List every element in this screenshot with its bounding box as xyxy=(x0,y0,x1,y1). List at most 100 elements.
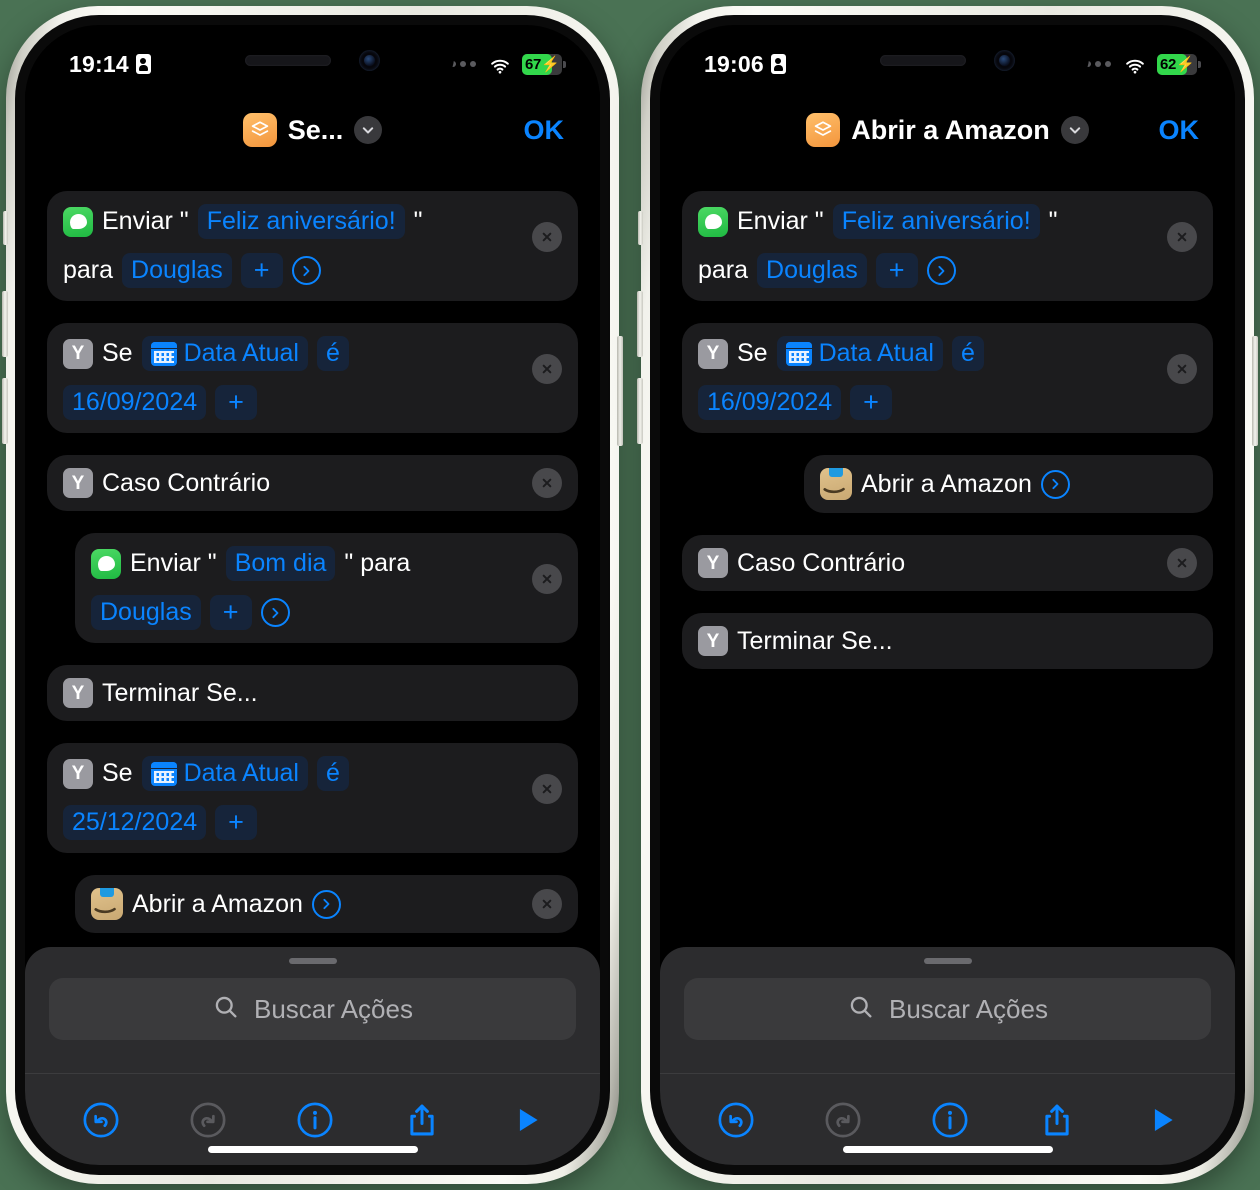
action-token[interactable]: Bom dia xyxy=(225,546,336,581)
chevron-down-icon[interactable] xyxy=(1060,116,1089,144)
if-branch-icon: Y xyxy=(698,548,728,578)
page-title: Abrir a Amazon xyxy=(851,114,1050,145)
phone-screen-left: 19:14 67 ⚡ Se... OK Enviar " Feliz aniversário… xyxy=(25,25,600,1165)
action-token[interactable]: Douglas xyxy=(757,253,867,288)
run-button[interactable] xyxy=(510,1103,544,1137)
action-card-if-current-date-16-09[interactable]: Y Se Data Atual é 16/09/2024 + xyxy=(682,323,1213,433)
done-button[interactable]: OK xyxy=(524,115,565,146)
add-token-button[interactable]: + xyxy=(209,595,252,630)
silence-switch[interactable] xyxy=(638,211,643,245)
action-card-send-message-goodmorning[interactable]: Enviar " Bom dia " para Douglas + xyxy=(75,533,578,643)
volume-up-button[interactable] xyxy=(637,291,643,357)
home-indicator[interactable] xyxy=(207,1146,418,1153)
remove-action-button[interactable] xyxy=(532,889,562,919)
action-card-send-message-birthday[interactable]: Enviar " Feliz aniversário! " para Douglas + xyxy=(682,191,1213,301)
chevron-down-icon[interactable] xyxy=(354,116,383,144)
if-branch-icon: Y xyxy=(63,678,93,708)
chevron-right-circle-icon[interactable] xyxy=(311,889,341,919)
action-token[interactable]: Feliz aniversário! xyxy=(197,204,405,239)
if-branch-icon: Y xyxy=(63,758,93,789)
sheet-grabber[interactable] xyxy=(288,958,337,964)
share-button[interactable] xyxy=(403,1101,441,1139)
action-token[interactable]: 16/09/2024 xyxy=(698,385,842,420)
power-button[interactable] xyxy=(617,336,623,446)
share-button[interactable] xyxy=(1038,1101,1076,1139)
redo-button[interactable] xyxy=(189,1101,227,1139)
amazon-icon xyxy=(820,468,852,500)
shortcut-title-group[interactable]: Se... xyxy=(242,113,383,147)
action-token-date[interactable]: Data Atual xyxy=(141,756,308,791)
messages-icon xyxy=(63,206,93,237)
chevron-right-circle-icon[interactable] xyxy=(291,256,321,285)
remove-action-button[interactable] xyxy=(1167,354,1197,384)
volume-down-button[interactable] xyxy=(2,378,8,444)
search-icon xyxy=(212,993,240,1026)
action-card-end-if-1[interactable]: Y Terminar Se... xyxy=(682,613,1213,669)
chevron-right-circle-icon[interactable] xyxy=(1040,469,1070,499)
chevron-right-circle-icon[interactable] xyxy=(260,598,290,627)
action-token[interactable]: 25/12/2024 xyxy=(63,805,207,840)
action-text: Enviar " xyxy=(102,207,189,235)
add-token-button[interactable]: + xyxy=(240,253,283,288)
chevron-right-circle-icon[interactable] xyxy=(926,256,956,285)
silence-switch[interactable] xyxy=(3,211,8,245)
volume-down-button[interactable] xyxy=(637,378,643,444)
action-text: Se xyxy=(102,759,133,787)
action-token[interactable]: é xyxy=(316,756,349,791)
if-branch-icon: Y xyxy=(698,338,728,369)
calendar-icon xyxy=(150,341,177,366)
power-button[interactable] xyxy=(1252,336,1258,446)
action-text: Terminar Se... xyxy=(102,678,258,707)
add-token-button[interactable]: + xyxy=(850,385,892,420)
search-input[interactable]: Buscar Ações xyxy=(684,978,1211,1040)
search-input[interactable]: Buscar Ações xyxy=(49,978,576,1040)
undo-button[interactable] xyxy=(717,1101,755,1139)
info-button[interactable] xyxy=(931,1101,969,1139)
battery-indicator: 67 ⚡ xyxy=(522,53,566,75)
volume-up-button[interactable] xyxy=(2,291,8,357)
shortcut-title-group[interactable]: Abrir a Amazon xyxy=(806,113,1089,147)
notch xyxy=(806,25,1089,91)
if-branch-icon: Y xyxy=(698,626,728,656)
sheet-grabber[interactable] xyxy=(923,958,972,964)
home-indicator[interactable] xyxy=(842,1146,1053,1153)
action-token[interactable]: Douglas xyxy=(122,253,232,288)
action-card-send-message-birthday[interactable]: Enviar " Feliz aniversário! " para Douglas + xyxy=(47,191,578,301)
action-text: Abrir a Amazon xyxy=(861,469,1032,498)
action-token[interactable]: Feliz aniversário! xyxy=(832,204,1040,239)
done-button[interactable]: OK xyxy=(1159,115,1200,146)
remove-action-button[interactable] xyxy=(1167,222,1197,252)
run-button[interactable] xyxy=(1145,1103,1179,1137)
action-token-date[interactable]: Data Atual xyxy=(776,336,943,371)
action-token[interactable]: é xyxy=(951,336,984,371)
earpiece-speaker xyxy=(880,54,966,66)
action-card-otherwise[interactable]: Y Caso Contrário xyxy=(682,535,1213,591)
remove-action-button[interactable] xyxy=(532,564,562,594)
remove-action-button[interactable] xyxy=(1167,548,1197,578)
remove-action-button[interactable] xyxy=(532,222,562,252)
action-card-open-amazon-dragged[interactable]: Abrir a Amazon xyxy=(804,455,1213,513)
action-card-open-amazon[interactable]: Abrir a Amazon xyxy=(75,875,578,933)
remove-action-button[interactable] xyxy=(532,354,562,384)
nav-bar: Se... OK xyxy=(25,91,600,169)
add-token-button[interactable]: + xyxy=(875,253,918,288)
action-token[interactable]: é xyxy=(316,336,349,371)
action-token-date[interactable]: Data Atual xyxy=(141,336,308,371)
action-text: para xyxy=(698,256,749,284)
undo-button[interactable] xyxy=(82,1101,120,1139)
remove-action-button[interactable] xyxy=(532,774,562,804)
front-camera xyxy=(994,49,1015,71)
action-card-end-if-1[interactable]: Y Terminar Se... xyxy=(47,665,578,721)
action-token[interactable]: 16/09/2024 xyxy=(63,385,207,420)
remove-action-button[interactable] xyxy=(532,468,562,498)
action-card-if-current-date-16-09[interactable]: Y Se Data Atual é 16/09/2024 + xyxy=(47,323,578,433)
action-card-otherwise[interactable]: Y Caso Contrário xyxy=(47,455,578,511)
add-token-button[interactable]: + xyxy=(215,805,257,840)
action-text: " xyxy=(413,207,423,235)
battery-percent: 67 xyxy=(525,55,542,73)
action-card-if-current-date-25-12[interactable]: Y Se Data Atual é 25/12/2024 + xyxy=(47,743,578,853)
add-token-button[interactable]: + xyxy=(215,385,257,420)
action-token[interactable]: Douglas xyxy=(91,595,201,630)
info-button[interactable] xyxy=(296,1101,334,1139)
redo-button[interactable] xyxy=(824,1101,862,1139)
